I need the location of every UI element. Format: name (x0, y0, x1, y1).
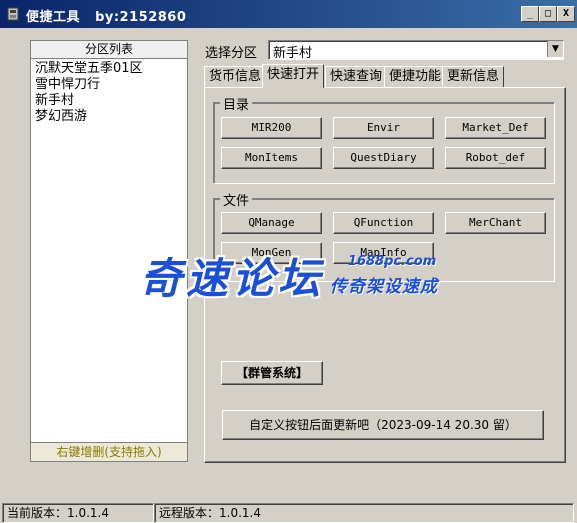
tab-quick-open[interactable]: 快速打开 (262, 64, 325, 88)
maximize-button[interactable]: □ (539, 6, 557, 22)
group-admin-button[interactable]: 【群管系统】 (221, 361, 323, 385)
custom-update-button[interactable]: 自定义按钮后面更新吧（2023-09-14 20.30 留） (222, 410, 544, 440)
catalog-group-label: 目录 (220, 94, 253, 113)
robot-def-button[interactable]: Robot_def (445, 147, 546, 169)
region-select[interactable]: 新手村 ▼ (268, 40, 564, 61)
file-group-label: 文件 (220, 190, 253, 209)
mir200-button[interactable]: MIR200 (221, 117, 322, 139)
market-def-button[interactable]: Market_Def (445, 117, 546, 139)
qmanage-button[interactable]: QManage (221, 212, 322, 234)
envir-button[interactable]: Envir (333, 117, 434, 139)
tab-quick-query[interactable]: 快速查询 (325, 66, 388, 87)
minimize-button[interactable]: _ (521, 6, 539, 22)
tab-currency-info[interactable]: 货币信息 (204, 66, 267, 87)
watermark-slogan: 传奇架设速成 (330, 277, 438, 297)
monitems-button[interactable]: MonItems (221, 147, 322, 169)
close-button[interactable]: X (557, 6, 575, 22)
region-select-label: 选择分区 (205, 46, 258, 61)
status-remote-version: 远程版本：1.0.1.4 (154, 503, 574, 523)
region-list-hint: 右键增删(支持拖入) (31, 442, 187, 461)
list-item[interactable]: 梦幻西游 (35, 109, 187, 125)
tab-convenience[interactable]: 便捷功能 (384, 66, 447, 87)
questdiary-button[interactable]: QuestDiary (333, 147, 434, 169)
list-item[interactable]: 雪中悍刀行 (35, 77, 187, 93)
region-list[interactable]: 沉默天堂五季01区 雪中悍刀行 新手村 梦幻西游 (31, 59, 187, 125)
status-current-version: 当前版本：1.0.1.4 (2, 503, 154, 523)
app-icon (7, 7, 19, 21)
region-list-header: 分区列表 (31, 41, 187, 59)
merchant-button[interactable]: MerChant (445, 212, 546, 234)
window-title: 便捷工具 by:2152860 (26, 10, 187, 25)
watermark-logo: 奇速论坛 (140, 254, 325, 303)
qfunction-button[interactable]: QFunction (333, 212, 434, 234)
title-bar[interactable]: 便捷工具 by:2152860 _ □ X (0, 0, 577, 28)
region-select-value: 新手村 (273, 46, 313, 61)
tab-update-info[interactable]: 更新信息 (442, 66, 505, 87)
chevron-down-icon[interactable]: ▼ (547, 41, 563, 57)
catalog-group: 目录 MIR200 Envir Market_Def MonItems Ques… (213, 94, 555, 184)
watermark-url: 1688pc.com (348, 254, 437, 269)
list-item[interactable]: 沉默天堂五季01区 (35, 61, 187, 77)
list-item[interactable]: 新手村 (35, 93, 187, 109)
